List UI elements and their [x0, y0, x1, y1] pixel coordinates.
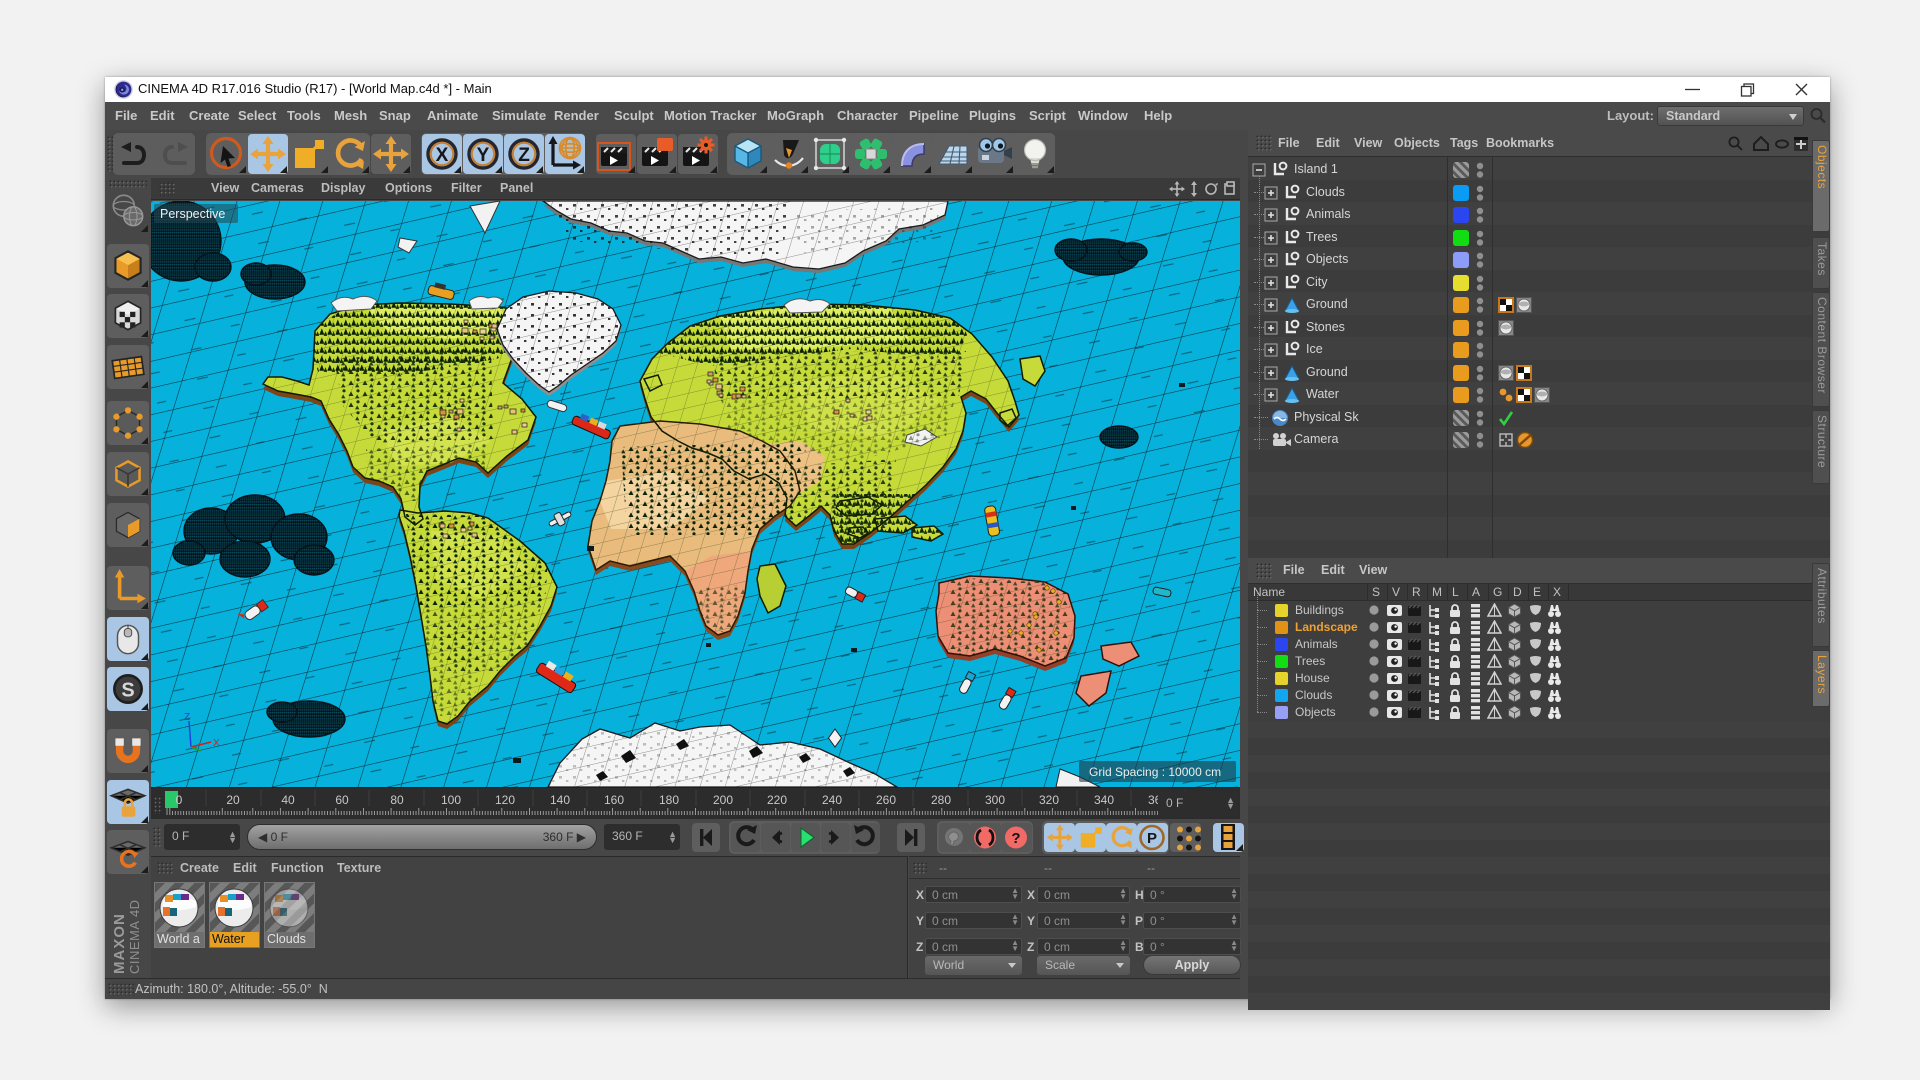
- svg-text:280: 280: [931, 793, 951, 807]
- svg-text:80: 80: [390, 793, 404, 807]
- svg-text:60: 60: [335, 793, 349, 807]
- svg-text:P: P: [1147, 830, 1157, 847]
- svg-text:200: 200: [713, 793, 733, 807]
- svg-text:Y: Y: [477, 145, 490, 166]
- svg-text:120: 120: [495, 793, 515, 807]
- svg-text:20: 20: [226, 793, 240, 807]
- svg-text:Grid Spacing : 10000 cm: Grid Spacing : 10000 cm: [1089, 765, 1221, 779]
- svg-text:220: 220: [767, 793, 787, 807]
- svg-text:S: S: [121, 679, 134, 701]
- svg-text:140: 140: [550, 793, 570, 807]
- svg-text:X: X: [436, 145, 449, 166]
- svg-text:0: 0: [176, 793, 183, 807]
- svg-text:100: 100: [441, 793, 461, 807]
- svg-text:240: 240: [822, 793, 842, 807]
- svg-text:40: 40: [281, 793, 295, 807]
- svg-text:?: ?: [1011, 830, 1020, 847]
- svg-text:340: 340: [1094, 793, 1114, 807]
- svg-text:300: 300: [985, 793, 1005, 807]
- svg-text:Z: Z: [184, 712, 190, 723]
- svg-text:260: 260: [876, 793, 896, 807]
- svg-text:Perspective: Perspective: [160, 207, 225, 221]
- svg-text:Z: Z: [518, 145, 530, 166]
- svg-text:180: 180: [659, 793, 679, 807]
- svg-text:X: X: [213, 738, 220, 749]
- svg-text:160: 160: [604, 793, 624, 807]
- svg-text:320: 320: [1039, 793, 1059, 807]
